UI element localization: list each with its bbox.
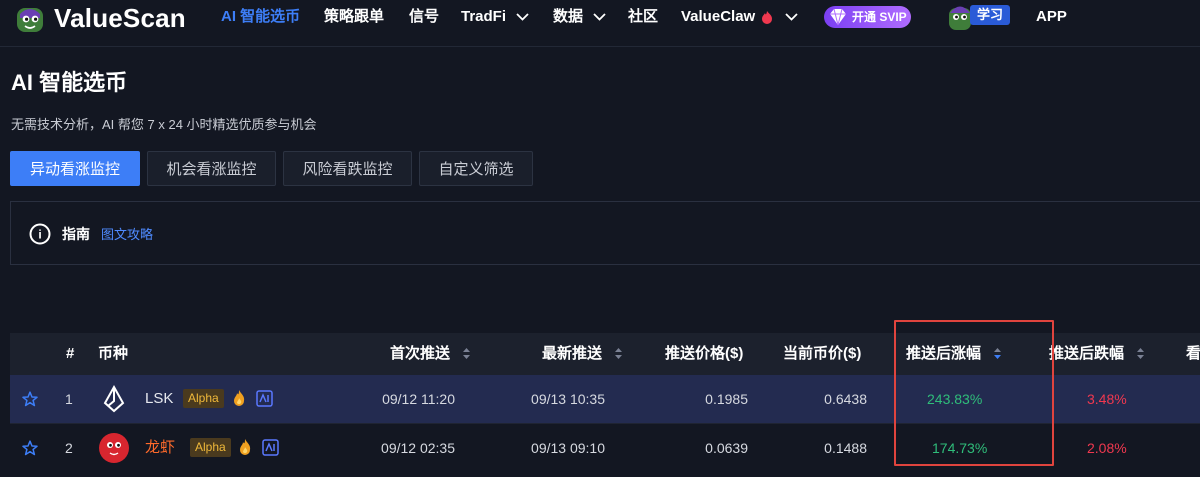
sort-icon[interactable] bbox=[614, 347, 623, 360]
col-push-price: 推送价格($) bbox=[665, 345, 744, 362]
coin-name[interactable]: LSK bbox=[145, 375, 173, 423]
guide-panel: i 指南 图文攻略 bbox=[10, 201, 1200, 265]
ai-badge-icon bbox=[262, 439, 279, 456]
page-title: AI 智能选币 bbox=[11, 70, 128, 95]
col-latest-push[interactable]: 最新推送 bbox=[542, 333, 623, 375]
col-first-push[interactable]: 首次推送 bbox=[390, 333, 471, 375]
tab-custom-filter[interactable]: 自定义筛选 bbox=[419, 151, 533, 186]
coin-name[interactable]: 龙虾 bbox=[145, 424, 175, 472]
fire-icon bbox=[234, 390, 245, 406]
sort-icon[interactable] bbox=[993, 347, 1002, 360]
nav-tradfi[interactable]: TradFi bbox=[461, 8, 529, 26]
ai-badge-icon bbox=[256, 390, 273, 407]
svg-text:i: i bbox=[38, 228, 41, 242]
alpha-badge: Alpha bbox=[190, 438, 231, 457]
table-row[interactable]: 1 LSK Alpha 09/12 11:20 09/13 10:35 0.19… bbox=[10, 375, 1200, 423]
tab-opportunity-bullish[interactable]: 机会看涨监控 bbox=[147, 151, 276, 186]
chevron-down-icon bbox=[593, 13, 606, 21]
valuescan-logo-icon[interactable] bbox=[14, 4, 46, 36]
nav-community[interactable]: 社区 bbox=[628, 8, 658, 26]
nav-signal[interactable]: 信号 bbox=[409, 8, 439, 26]
col-gain-after[interactable]: 推送后涨幅 bbox=[906, 333, 1002, 375]
chevron-down-icon bbox=[784, 13, 798, 21]
sort-icon[interactable] bbox=[1136, 347, 1145, 360]
row-index: 2 bbox=[65, 440, 73, 456]
learn-button[interactable]: 学习 bbox=[970, 5, 1010, 25]
tab-risk-bearish[interactable]: 风险看跌监控 bbox=[283, 151, 412, 186]
nav-ai-select[interactable]: AI 智能选币 bbox=[221, 8, 300, 26]
gain-after-push: 174.73% bbox=[932, 440, 988, 456]
star-icon[interactable] bbox=[22, 440, 38, 456]
table-header: # 币种 首次推送 最新推送 推送价格($) 当前币价($) 推送后涨幅 推送后… bbox=[10, 333, 1200, 375]
tab-abnormal-bullish[interactable]: 异动看涨监控 bbox=[10, 151, 140, 186]
gain-after-push: 243.83% bbox=[927, 391, 983, 407]
sort-icon[interactable] bbox=[462, 347, 471, 360]
push-price: 0.0639 bbox=[705, 440, 748, 456]
table-row[interactable]: 2 龙虾 Alpha 09/12 02:35 09/13 09:10 0.063… bbox=[10, 423, 1200, 471]
guide-title: 指南 bbox=[62, 226, 90, 242]
col-drop-after[interactable]: 推送后跌幅 bbox=[1049, 333, 1145, 375]
current-price: 0.6438 bbox=[824, 391, 867, 407]
chevron-down-icon bbox=[516, 13, 529, 21]
latest-push-time: 09/13 09:10 bbox=[531, 440, 605, 456]
info-circle-icon: i bbox=[29, 223, 51, 245]
latest-push-time: 09/13 10:35 bbox=[531, 391, 605, 407]
row-index: 1 bbox=[65, 391, 73, 407]
nav-data[interactable]: 数据 bbox=[553, 8, 606, 26]
push-price: 0.1985 bbox=[705, 391, 748, 407]
fire-icon bbox=[240, 439, 251, 455]
col-more: 看 bbox=[1186, 345, 1200, 362]
nav-strategy[interactable]: 策略跟单 bbox=[324, 8, 384, 26]
gem-icon bbox=[830, 8, 846, 26]
col-current-price: 当前币价($) bbox=[783, 345, 862, 362]
lsk-logo-icon bbox=[103, 384, 125, 413]
nav-valueclaw[interactable]: ValueClaw bbox=[681, 8, 798, 26]
col-index: # bbox=[66, 345, 75, 362]
current-price: 0.1488 bbox=[824, 440, 867, 456]
nav-divider bbox=[0, 46, 1200, 47]
hot-icon bbox=[762, 11, 773, 25]
top-nav: ValueScan AI 智能选币 策略跟单 信号 TradFi 数据 社区 V… bbox=[0, 0, 1200, 38]
guide-link[interactable]: 图文攻略 bbox=[101, 227, 153, 243]
svip-button[interactable]: 开通 SVIP bbox=[824, 6, 911, 28]
brand-name[interactable]: ValueScan bbox=[54, 4, 186, 32]
first-push-time: 09/12 02:35 bbox=[381, 440, 455, 456]
first-push-time: 09/12 11:20 bbox=[382, 391, 455, 407]
alpha-badge: Alpha bbox=[183, 389, 224, 408]
col-coin: 币种 bbox=[98, 345, 129, 362]
page-subtitle: 无需技术分析，AI 帮您 7 x 24 小时精选优质参与机会 bbox=[11, 117, 317, 132]
star-icon[interactable] bbox=[22, 391, 38, 407]
lobster-logo-icon bbox=[99, 433, 129, 463]
drop-after-push: 2.08% bbox=[1087, 440, 1127, 456]
nav-app[interactable]: APP bbox=[1036, 8, 1067, 26]
drop-after-push: 3.48% bbox=[1087, 391, 1127, 407]
